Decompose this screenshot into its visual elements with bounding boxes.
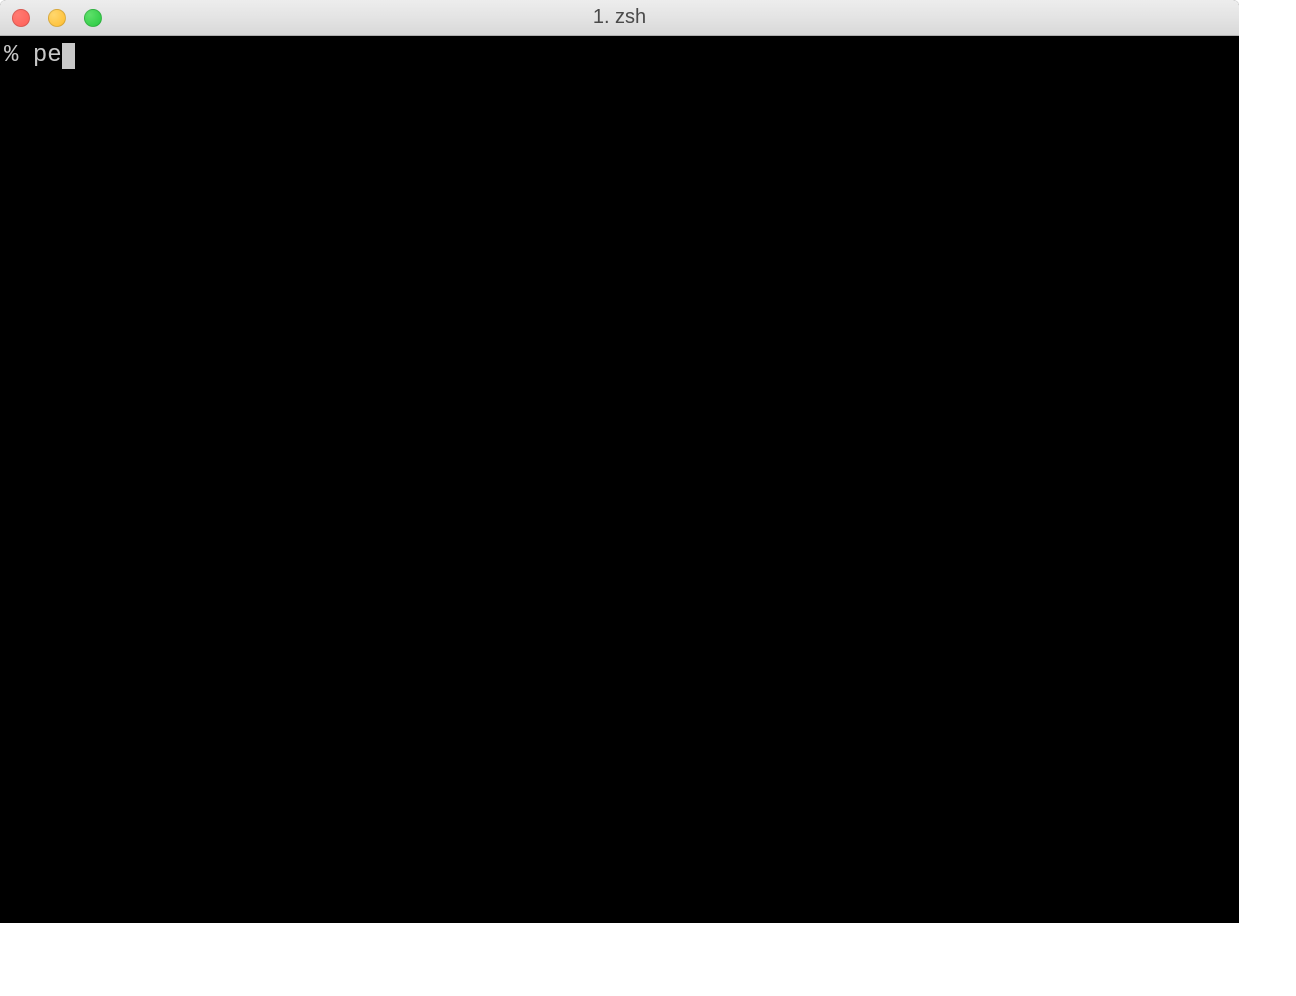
zoom-button[interactable]	[84, 9, 102, 27]
window-title: 1. zsh	[593, 6, 646, 29]
minimize-button[interactable]	[48, 9, 66, 27]
prompt-symbol: %	[4, 42, 33, 71]
prompt-line: % pe	[4, 42, 75, 71]
command-input[interactable]: pe	[33, 42, 62, 71]
terminal-window: 1. zsh % pe	[0, 0, 1239, 923]
terminal-body[interactable]: % pe	[0, 36, 1239, 923]
cursor-icon	[62, 43, 75, 69]
traffic-lights	[0, 9, 102, 27]
window-titlebar[interactable]: 1. zsh	[0, 0, 1239, 36]
close-button[interactable]	[12, 9, 30, 27]
